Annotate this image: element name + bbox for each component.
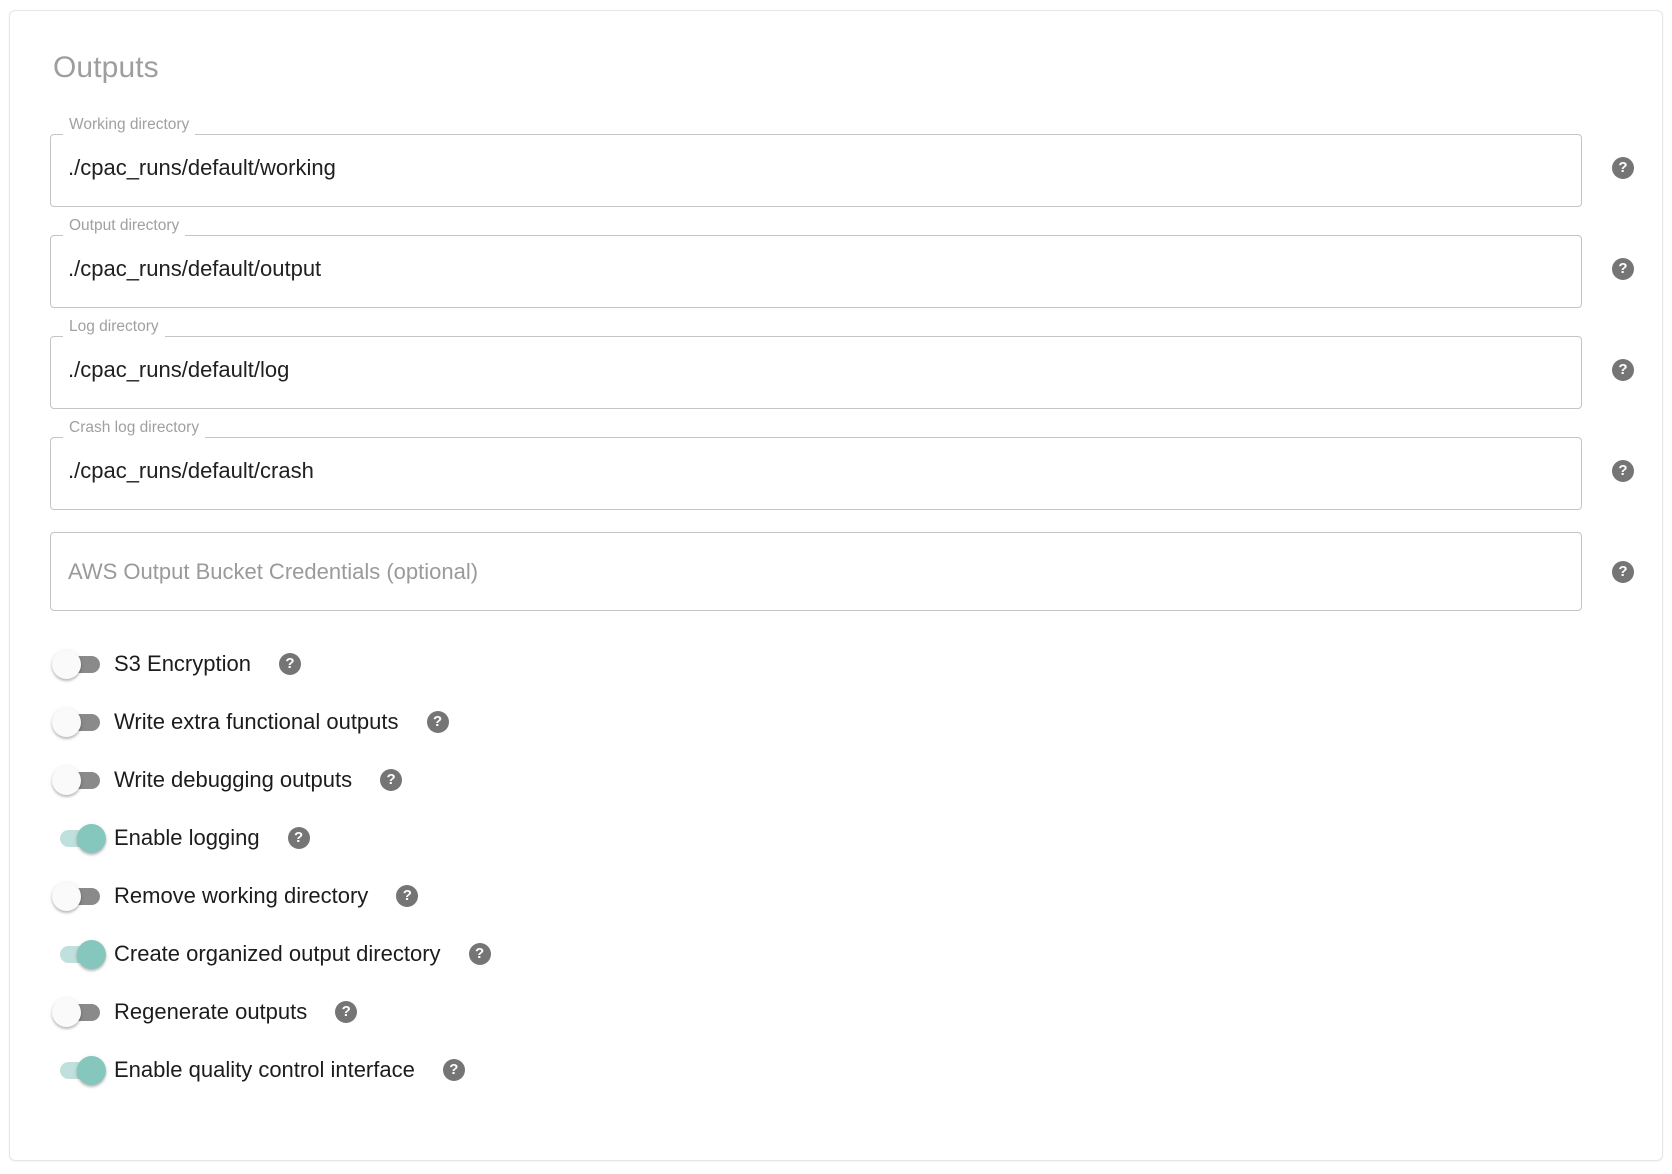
toggle-s3-encryption[interactable] (50, 645, 108, 683)
page-title: Outputs (53, 51, 159, 84)
output-options-group: S3 Encryption? Write extra functional out… (50, 645, 1618, 1089)
toggle-row-remove-working-directory: Remove working directory? (50, 877, 1618, 915)
remove-working-directory-help-icon[interactable]: ? (396, 885, 419, 907)
regenerate-outputs-help-icon[interactable]: ? (335, 1001, 358, 1023)
write-debugging-outputs-help-icon[interactable]: ? (380, 769, 403, 791)
toggle-enable-quality-control-interface[interactable] (50, 1051, 108, 1089)
toggle-row-write-debugging-outputs: Write debugging outputs? (50, 761, 1618, 799)
toggle-write-extra-functional-outputs[interactable] (50, 703, 108, 741)
field-row-crash-log-directory: Crash log directoryCrash log directory? (50, 420, 1634, 510)
toggle-row-regenerate-outputs: Regenerate outputs? (50, 993, 1618, 1031)
toggle-label-enable-logging: Enable logging (114, 825, 260, 850)
write-extra-functional-outputs-help-icon[interactable]: ? (426, 711, 449, 733)
aws-output-bucket-credentials-textfield (50, 532, 1582, 611)
output-directory-textfield: Output directoryOutput directory (50, 218, 1582, 308)
toggle-label-remove-working-directory: Remove working directory (114, 883, 369, 908)
toggle-label-write-extra-functional-outputs: Write extra functional outputs (114, 709, 399, 734)
toggle-remove-working-directory[interactable] (50, 877, 108, 915)
toggle-row-enable-quality-control-interface: Enable quality control interface? (50, 1051, 1618, 1089)
toggle-label-enable-quality-control-interface: Enable quality control interface (114, 1057, 415, 1082)
log-directory-input[interactable] (51, 331, 1581, 408)
toggle-row-write-extra-functional-outputs: Write extra functional outputs? (50, 703, 1618, 741)
toggle-knob (52, 882, 81, 911)
toggle-row-s3-encryption: S3 Encryption? (50, 645, 1618, 683)
toggle-label-regenerate-outputs: Regenerate outputs (114, 999, 308, 1024)
toggle-label-write-debugging-outputs: Write debugging outputs (114, 767, 353, 792)
field-row-log-directory: Log directoryLog directory? (50, 319, 1634, 409)
toggle-label-s3-encryption: S3 Encryption (114, 651, 251, 676)
output-directory-help-icon[interactable]: ? (1612, 257, 1634, 280)
crash-log-directory-textfield: Crash log directoryCrash log directory (50, 420, 1582, 510)
toggle-regenerate-outputs[interactable] (50, 993, 108, 1031)
toggle-create-organized-output-directory[interactable] (50, 935, 108, 973)
field-row-output-directory: Output directoryOutput directory? (50, 218, 1634, 308)
aws-output-bucket-credentials-input[interactable] (51, 533, 1581, 610)
s3-encryption-help-icon[interactable]: ? (278, 653, 301, 675)
toggle-row-enable-logging: Enable logging? (50, 819, 1618, 857)
aws-output-bucket-credentials-help-icon[interactable]: ? (1612, 560, 1634, 583)
working-directory-input[interactable] (51, 129, 1581, 206)
toggle-knob (77, 824, 106, 853)
log-directory-textfield: Log directoryLog directory (50, 319, 1582, 409)
toggle-knob (77, 940, 106, 969)
outputs-card-content: Outputs Working directoryWorking directo… (10, 11, 1662, 1160)
toggle-knob (77, 1056, 106, 1085)
working-directory-help-icon[interactable]: ? (1612, 156, 1634, 179)
outputs-settings-page: Outputs Working directoryWorking directo… (0, 0, 1672, 1174)
create-organized-output-directory-help-icon[interactable]: ? (468, 943, 491, 965)
crash-log-directory-input[interactable] (51, 432, 1581, 509)
toggle-enable-logging[interactable] (50, 819, 108, 857)
output-directory-input[interactable] (51, 230, 1581, 307)
field-row-aws-output-bucket-credentials: ? (50, 532, 1634, 611)
outputs-card: Outputs Working directoryWorking directo… (9, 10, 1663, 1161)
crash-log-directory-help-icon[interactable]: ? (1612, 459, 1634, 482)
field-row-working-directory: Working directoryWorking directory? (50, 117, 1634, 207)
toggle-write-debugging-outputs[interactable] (50, 761, 108, 799)
log-directory-help-icon[interactable]: ? (1612, 358, 1634, 381)
directory-fields-group: Working directoryWorking directory?Outpu… (50, 117, 1634, 611)
toggle-knob (52, 708, 81, 737)
toggle-label-create-organized-output-directory: Create organized output directory (114, 941, 441, 966)
toggle-knob (52, 766, 81, 795)
toggle-row-create-organized-output-directory: Create organized output directory? (50, 935, 1618, 973)
enable-quality-control-interface-help-icon[interactable]: ? (442, 1059, 465, 1081)
toggle-knob (52, 650, 81, 679)
working-directory-textfield: Working directoryWorking directory (50, 117, 1582, 207)
enable-logging-help-icon[interactable]: ? (287, 827, 310, 849)
toggle-knob (52, 998, 81, 1027)
